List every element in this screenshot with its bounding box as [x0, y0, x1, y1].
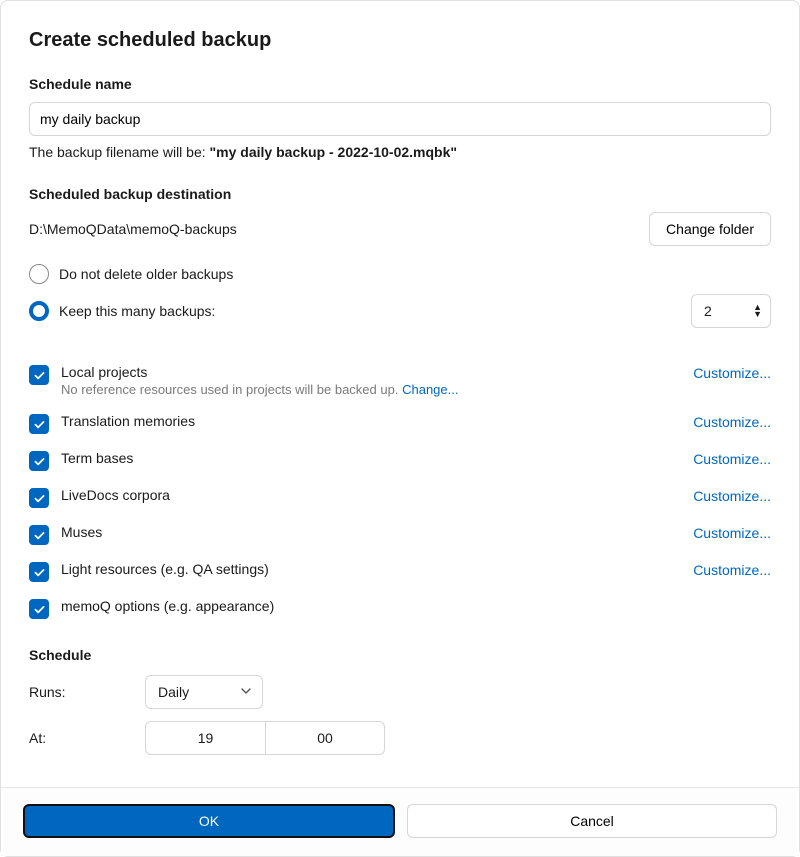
- customize-link[interactable]: Customize...: [693, 414, 771, 430]
- customize-link[interactable]: Customize...: [693, 451, 771, 467]
- radio-no-delete-label: Do not delete older backups: [59, 266, 233, 282]
- customize-link[interactable]: Customize...: [693, 525, 771, 541]
- keep-count-spinbox[interactable]: 2 ▲▼: [691, 294, 771, 328]
- checkbox-translation-memories[interactable]: [29, 414, 49, 434]
- spin-arrows-icon[interactable]: ▲▼: [753, 304, 762, 318]
- checkbox-local-projects[interactable]: [29, 365, 49, 385]
- filename-hint-prefix: The backup filename will be:: [29, 144, 210, 160]
- checkbox-muses[interactable]: [29, 525, 49, 545]
- item-livedocs: LiveDocs corpora Customize...: [29, 487, 771, 508]
- item-label: Translation memories: [61, 413, 195, 429]
- schedule-name-input[interactable]: [29, 102, 771, 136]
- item-muses: Muses Customize...: [29, 524, 771, 545]
- chevron-down-icon: [240, 684, 252, 700]
- checkbox-memoq-options[interactable]: [29, 599, 49, 619]
- ok-button[interactable]: OK: [23, 804, 395, 838]
- item-translation-memories: Translation memories Customize...: [29, 413, 771, 434]
- radio-no-delete[interactable]: [29, 264, 49, 284]
- hour-input[interactable]: 19: [145, 721, 265, 755]
- item-sub-text: No reference resources used in projects …: [61, 382, 398, 397]
- at-label: At:: [29, 730, 145, 746]
- cancel-button[interactable]: Cancel: [407, 804, 777, 838]
- item-local-projects: Local projects No reference resources us…: [29, 364, 771, 397]
- item-memoq-options: memoQ options (e.g. appearance): [29, 598, 771, 619]
- dialog-body: Create scheduled backup Schedule name Th…: [1, 1, 799, 787]
- schedule-name-label: Schedule name: [29, 76, 771, 92]
- item-light-resources: Light resources (e.g. QA settings) Custo…: [29, 561, 771, 582]
- destination-label: Scheduled backup destination: [29, 186, 771, 202]
- schedule-section-label: Schedule: [29, 647, 771, 663]
- filename-hint: The backup filename will be: "my daily b…: [29, 144, 771, 160]
- customize-link[interactable]: Customize...: [693, 365, 771, 381]
- minute-input[interactable]: 00: [265, 721, 385, 755]
- item-label: Light resources (e.g. QA settings): [61, 561, 269, 577]
- radio-keep[interactable]: [29, 301, 49, 321]
- dialog-footer: OK Cancel: [1, 787, 799, 856]
- customize-link[interactable]: Customize...: [693, 562, 771, 578]
- backup-items-list: Local projects No reference resources us…: [29, 364, 771, 619]
- dialog-title: Create scheduled backup: [29, 29, 771, 52]
- runs-label: Runs:: [29, 684, 145, 700]
- item-label: memoQ options (e.g. appearance): [61, 598, 274, 614]
- item-term-bases: Term bases Customize...: [29, 450, 771, 471]
- checkbox-term-bases[interactable]: [29, 451, 49, 471]
- item-label: Term bases: [61, 450, 133, 466]
- checkbox-livedocs[interactable]: [29, 488, 49, 508]
- change-link[interactable]: Change...: [402, 382, 458, 397]
- runs-select[interactable]: Daily: [145, 675, 263, 709]
- change-folder-button[interactable]: Change folder: [649, 212, 771, 246]
- checkbox-light-resources[interactable]: [29, 562, 49, 582]
- item-label: Local projects: [61, 364, 458, 380]
- keep-count-value: 2: [704, 303, 712, 319]
- destination-path: D:\MemoQData\memoQ-backups: [29, 221, 633, 237]
- filename-hint-name: "my daily backup - 2022-10-02.mqbk": [210, 144, 458, 160]
- item-label: LiveDocs corpora: [61, 487, 170, 503]
- runs-value: Daily: [158, 684, 189, 700]
- customize-link[interactable]: Customize...: [693, 488, 771, 504]
- create-scheduled-backup-dialog: Create scheduled backup Schedule name Th…: [0, 0, 800, 857]
- item-label: Muses: [61, 524, 102, 540]
- radio-keep-label: Keep this many backups:: [59, 303, 215, 319]
